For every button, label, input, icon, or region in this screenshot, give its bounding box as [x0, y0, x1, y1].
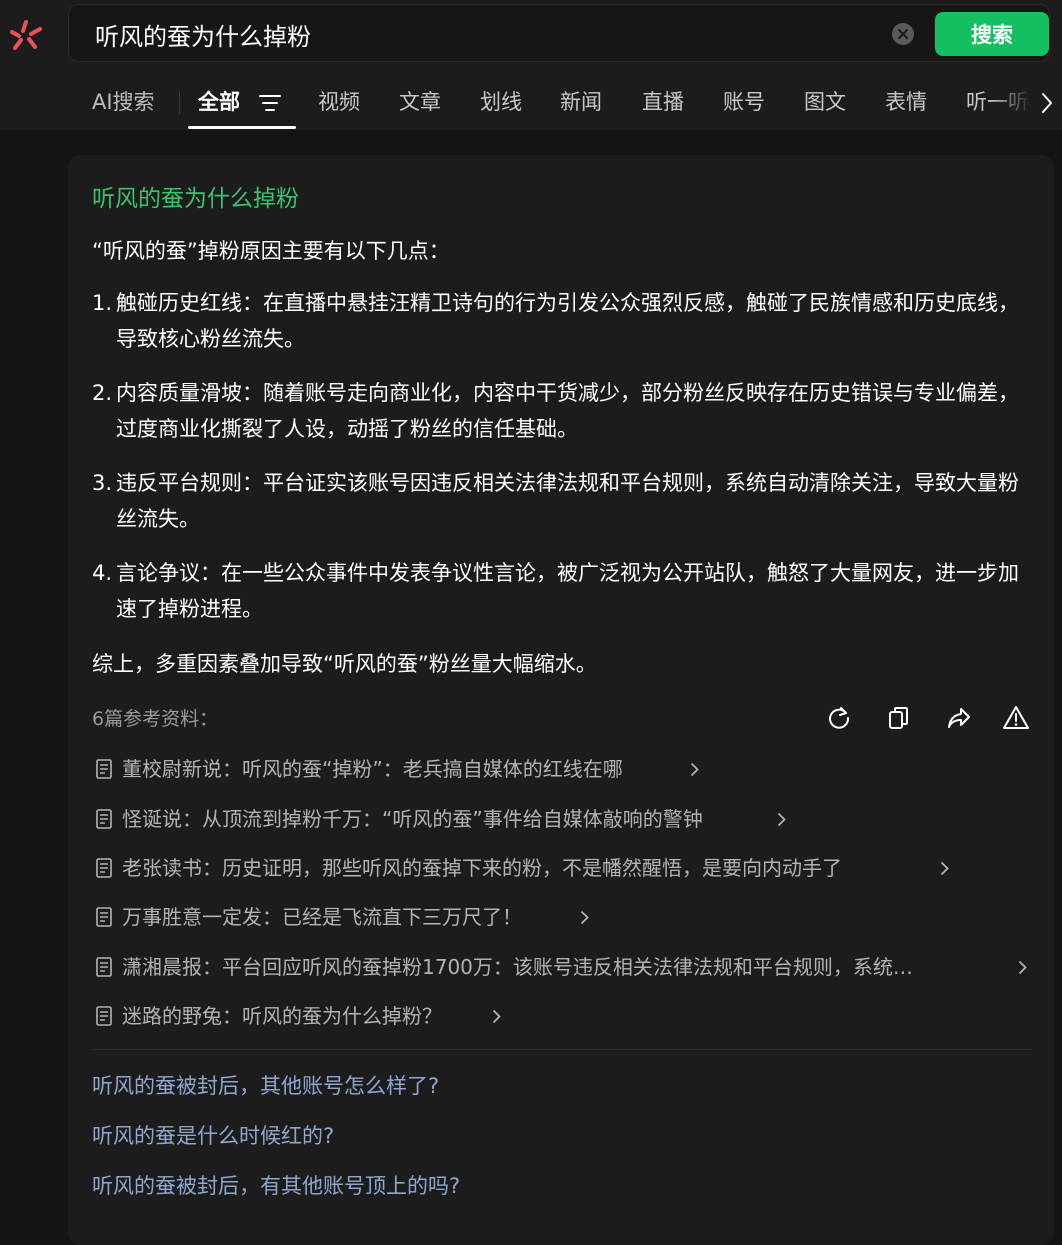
share-icon[interactable]: [945, 704, 973, 732]
point-text: 内容质量滑坡：随着账号走向商业化，内容中干货减少，部分粉丝反映存在历史错误与专业…: [116, 381, 1019, 441]
refresh-icon[interactable]: [825, 704, 853, 732]
answer-title[interactable]: 听风的蚕为什么掉粉: [92, 179, 299, 213]
point-number: 1.: [92, 291, 113, 315]
tab-video[interactable]: 视频: [318, 84, 360, 120]
reference-text[interactable]: 董校尉新说：听风的蚕“掉粉”：老兵搞自媒体的红线在哪: [122, 754, 623, 784]
document-icon: [96, 809, 112, 829]
chevron-right-icon: [492, 1009, 501, 1024]
filter-icon[interactable]: [259, 94, 281, 112]
document-icon: [96, 858, 112, 878]
top-bar: 搜索 AI搜索 全部 视频 文章 划线 新闻 直播 账号 图文 表情 听一听: [0, 0, 1062, 130]
tab-emoji[interactable]: 表情: [885, 84, 927, 120]
document-icon: [96, 907, 112, 927]
point-number: 3.: [92, 471, 113, 495]
divider: [92, 1049, 1032, 1050]
tab-all[interactable]: 全部: [198, 84, 240, 120]
ai-answer-card: 听风的蚕为什么掉粉 “听风的蚕”掉粉原因主要有以下几点： 1. 触碰历史红线：在…: [68, 155, 1054, 1245]
chevron-right-icon: [580, 910, 589, 925]
document-icon: [96, 957, 112, 977]
tab-highlight[interactable]: 划线: [480, 84, 522, 120]
chevron-right-icon: [940, 861, 949, 876]
reference-text[interactable]: 怪诞说：从顶流到掉粉千万：“听风的蚕”事件给自媒体敲响的警钟: [122, 804, 703, 834]
tab-news[interactable]: 新闻: [560, 84, 602, 120]
tab-live[interactable]: 直播: [642, 84, 684, 120]
answer-point: 1. 触碰历史红线：在直播中悬挂汪精卫诗句的行为引发公众强烈反感，触碰了民族情感…: [92, 285, 1032, 357]
chevron-right-icon: [777, 812, 786, 827]
tab-active-indicator: [188, 126, 296, 129]
tab-bar: AI搜索 全部 视频 文章 划线 新闻 直播 账号 图文 表情 听一听: [0, 84, 1062, 130]
chevron-right-icon[interactable]: [1040, 92, 1054, 114]
reference-text[interactable]: 老张读书：历史证明，那些听风的蚕掉下来的粉，不是幡然醒悟，是要向内动手了: [122, 853, 842, 883]
warning-icon[interactable]: [1002, 704, 1030, 732]
tab-image-text[interactable]: 图文: [804, 84, 846, 120]
search-box: 搜索: [68, 4, 1050, 63]
answer-point: 2. 内容质量滑坡：随着账号走向商业化，内容中干货减少，部分粉丝反映存在历史错误…: [92, 375, 1032, 447]
answer-point: 3. 违反平台规则：平台证实该账号因违反相关法律法规和平台规则，系统自动清除关注…: [92, 465, 1032, 537]
tab-ai-search[interactable]: AI搜索: [92, 84, 155, 120]
clear-button[interactable]: [892, 23, 914, 45]
point-text: 违反平台规则：平台证实该账号因违反相关法律法规和平台规则，系统自动清除关注，导致…: [116, 471, 1019, 531]
point-text: 言论争议：在一些公众事件中发表争议性言论，被广泛视为公开站队，触怒了大量网友，进…: [116, 561, 1019, 621]
related-question[interactable]: 听风的蚕是什么时候红的?: [92, 1120, 334, 1150]
chevron-right-icon: [1018, 960, 1027, 975]
point-number: 2.: [92, 381, 113, 405]
tab-article[interactable]: 文章: [399, 84, 441, 120]
reference-text[interactable]: 万事胜意一定发：已经是飞流直下三万尺了！: [122, 902, 522, 932]
reference-text[interactable]: 迷路的野兔：听风的蚕为什么掉粉？: [122, 1001, 442, 1031]
document-icon: [96, 1006, 112, 1026]
answer-point: 4. 言论争议：在一些公众事件中发表争议性言论，被广泛视为公开站队，触怒了大量网…: [92, 555, 1032, 627]
point-number: 4.: [92, 561, 113, 585]
references-title: 6篇参考资料：: [92, 708, 219, 730]
tab-divider: [179, 92, 180, 114]
related-question[interactable]: 听风的蚕被封后，其他账号怎么样了?: [92, 1070, 439, 1100]
search-input[interactable]: [93, 5, 877, 63]
document-icon: [96, 759, 112, 779]
point-text: 触碰历史红线：在直播中悬挂汪精卫诗句的行为引发公众强烈反感，触碰了民族情感和历史…: [116, 291, 1019, 351]
chevron-right-icon: [690, 762, 699, 777]
logo-icon[interactable]: [6, 14, 46, 54]
answer-intro: “听风的蚕”掉粉原因主要有以下几点：: [92, 239, 450, 263]
related-question[interactable]: 听风的蚕被封后，有其他账号顶上的吗?: [92, 1170, 460, 1200]
tab-account[interactable]: 账号: [723, 84, 765, 120]
reference-text[interactable]: 潇湘晨报：平台回应听风的蚕掉粉1700万：该账号违反相关法律法规和平台规则，系统…: [122, 952, 1002, 982]
copy-icon[interactable]: [885, 704, 913, 732]
answer-summary: 综上，多重因素叠加导致“听风的蚕”粉丝量大幅缩水。: [92, 652, 597, 676]
clear-icon: [898, 29, 908, 39]
search-button[interactable]: 搜索: [935, 12, 1049, 56]
